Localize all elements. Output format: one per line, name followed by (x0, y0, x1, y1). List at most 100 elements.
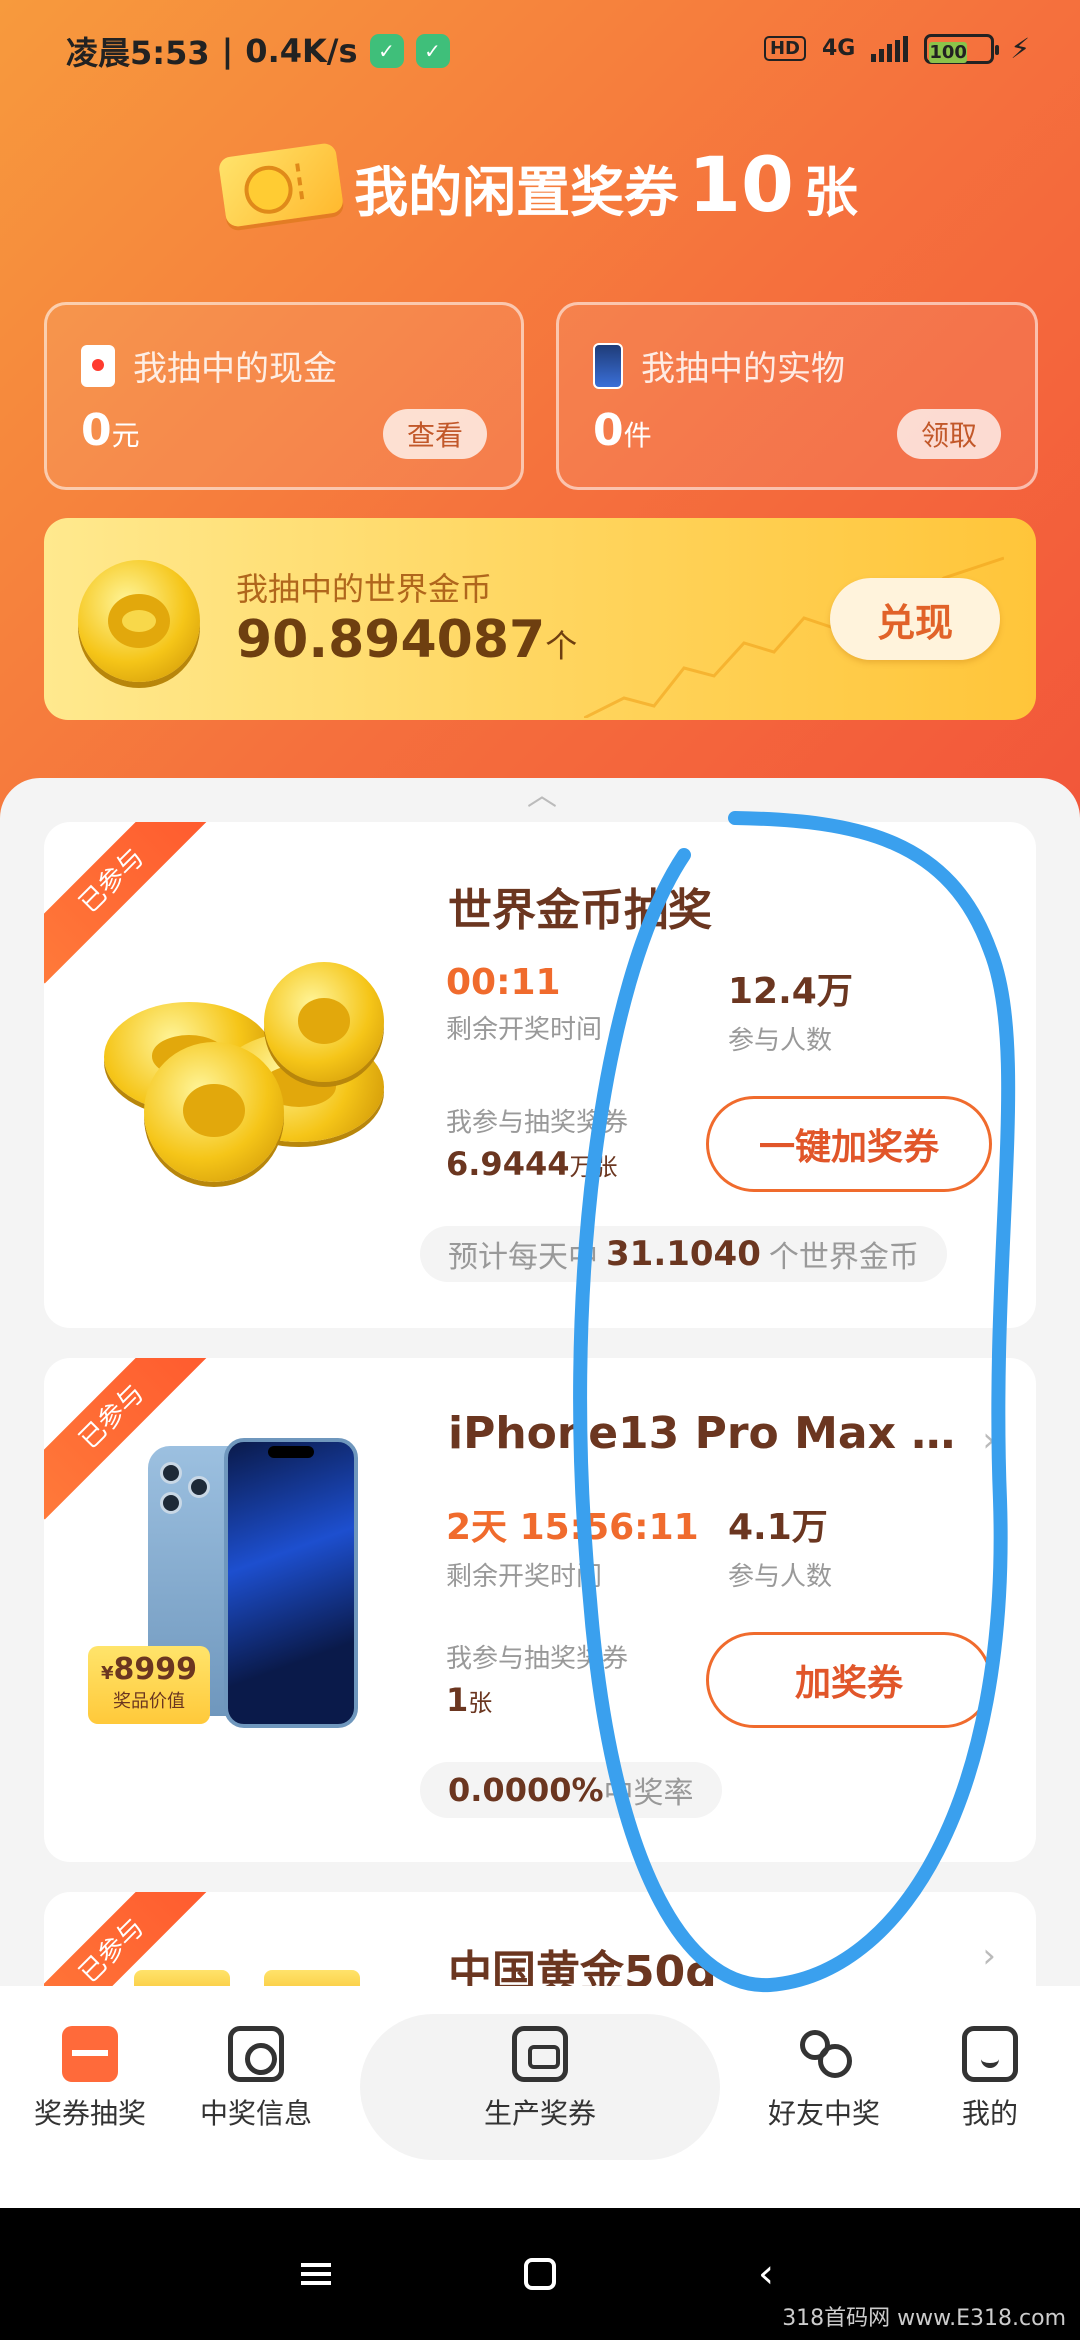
profile-icon (962, 2026, 1018, 2082)
shield-icon: ✓ (369, 34, 404, 68)
time-remaining-value: 00:11 (446, 962, 561, 1003)
my-tickets-label: 我参与抽奖奖券 (446, 1644, 629, 1674)
red-envelope-icon (81, 344, 115, 387)
battery-level: 100 (929, 41, 967, 63)
time-remaining: 2天 15:56:11 剩余开奖时间 (446, 1498, 699, 1593)
tab-ticket-lottery[interactable]: 奖券抽奖 (28, 2026, 152, 2132)
world-coin-label: 我抽中的世界金币 (236, 570, 493, 608)
goods-card-label: 我抽中的实物 (641, 349, 845, 389)
estimate-prefix: 预计每天中 (448, 1240, 598, 1275)
signal-icon (871, 35, 909, 62)
back-icon[interactable]: ‹ (736, 2248, 796, 2300)
participant-count: 12.4万 参与人数 (728, 962, 853, 1057)
menu-icon[interactable] (286, 2248, 346, 2300)
header-title: 我的闲置奖券 10 张 (354, 140, 858, 229)
cash-out-button[interactable]: 兑现 (830, 578, 1000, 660)
tab-label: 中奖信息 (199, 2097, 312, 2130)
my-tickets-amount: 1 (446, 1681, 469, 1719)
header-count: 10 (688, 140, 794, 229)
tab-friends-winning[interactable]: 好友中奖 (762, 2026, 886, 2132)
network-speed: 0.4K/s (245, 32, 358, 70)
header-unit: 张 (803, 161, 858, 224)
my-tickets: 我参与抽奖奖券 6.9444万张 (446, 1102, 628, 1183)
time-remaining-value: 2天 15:56:11 (446, 1507, 699, 1548)
system-nav-bar: ‹ 318首码网 www.E318.com (0, 2208, 1080, 2340)
lottery-card-world-coin[interactable]: 已参与 世界金币抽奖 00:11 剩余开奖时间 12.4万 参与人数 我参与抽奖… (44, 822, 1036, 1328)
prize-value-tag: ¥8999 奖品价值 (88, 1646, 210, 1724)
shield-icon: ✓ (415, 34, 450, 68)
win-rate-label: 中奖率 (603, 1776, 694, 1811)
friends-icon (796, 2026, 852, 2082)
chevron-right-icon[interactable]: › (982, 1420, 996, 1460)
chevron-up-icon[interactable]: ︿ (522, 770, 562, 813)
my-tickets: 我参与抽奖奖券 1张 (446, 1638, 628, 1719)
status-bar: 凌晨5:53 | 0.4K/s ✓ ✓ HD 4G 100 ⚡ (0, 0, 1080, 100)
cash-value: 0 (81, 405, 112, 456)
header-title-text: 我的闲置奖券 (354, 161, 679, 224)
my-tickets-value: 6.9444万张 (446, 1145, 628, 1183)
cash-unit: 元 (111, 419, 140, 452)
tab-label: 我的 (961, 2097, 1018, 2130)
currency-symbol: ¥ (100, 1663, 114, 1684)
time-remaining-label: 剩余开奖时间 (446, 1015, 603, 1045)
add-ticket-button[interactable]: 加奖券 (706, 1632, 992, 1728)
charging-icon: ⚡ (1010, 32, 1030, 65)
robot-icon (512, 2026, 568, 2082)
coin-shape (144, 1042, 284, 1182)
goods-card-value: 0件 (593, 405, 652, 456)
goods-card-title: 我抽中的实物 (593, 341, 845, 390)
status-time: 凌晨5:53 (66, 34, 210, 72)
prize-value: ¥8999 (88, 1652, 210, 1687)
cash-prize-card[interactable]: 我抽中的现金 0元 查看 (44, 302, 524, 490)
watermark: 318首码网 www.E318.com (782, 2306, 1066, 2331)
participant-count: 4.1万 参与人数 (728, 1498, 832, 1593)
prize-price: 8999 (113, 1652, 198, 1687)
tab-label: 奖券抽奖 (33, 2097, 146, 2130)
tab-winning-info[interactable]: 中奖信息 (194, 2026, 318, 2132)
daily-estimate: 预计每天中 31.1040 个世界金币 (420, 1226, 947, 1282)
estimate-suffix: 个世界金币 (768, 1240, 919, 1275)
home-icon[interactable] (510, 2248, 570, 2300)
phone-screen (224, 1438, 358, 1728)
claim-goods-button[interactable]: 领取 (897, 409, 1001, 459)
lottery-card-iphone[interactable]: 已参与 ¥8999 奖品价值 iPhone13 Pro Max 12... › … (44, 1358, 1036, 1862)
camera-lens (160, 1492, 182, 1514)
bottom-tab-bar: 奖券抽奖 中奖信息 生产奖券 好友中奖 我的 (0, 1986, 1080, 2208)
win-rate: 0.0000% 中奖率 (420, 1762, 722, 1818)
participant-count-label: 参与人数 (728, 1562, 833, 1592)
tab-produce-tickets[interactable]: 生产奖券 (478, 2026, 602, 2132)
view-cash-button[interactable]: 查看 (383, 409, 487, 459)
camera-lens (188, 1476, 210, 1498)
status-left: 凌晨5:53 | 0.4K/s ✓ ✓ (66, 28, 450, 74)
time-remaining-label: 剩余开奖时间 (446, 1562, 603, 1592)
hd-icon: HD (763, 36, 806, 61)
status-right: HD 4G 100 ⚡ (763, 32, 1030, 65)
participant-count-value: 4.1万 (728, 1507, 828, 1548)
add-all-tickets-button[interactable]: 一键加奖券 (706, 1096, 992, 1192)
goods-unit: 件 (623, 419, 652, 452)
tab-label: 好友中奖 (767, 2097, 880, 2130)
my-tickets-amount: 6.9444 (446, 1145, 570, 1183)
ticket-icon (217, 141, 345, 228)
time-remaining: 00:11 剩余开奖时间 (446, 962, 602, 1046)
network-type: 4G (821, 36, 856, 61)
my-tickets-label: 我参与抽奖奖券 (446, 1108, 629, 1138)
world-coin-amount: 90.894087 (236, 610, 546, 670)
status-divider: | (221, 32, 234, 70)
tab-me[interactable]: 我的 (928, 2026, 1052, 2132)
cash-card-value: 0元 (81, 405, 140, 456)
lottery-title: iPhone13 Pro Max 12... (448, 1408, 958, 1459)
camera-lens (160, 1462, 182, 1484)
cash-card-label: 我抽中的现金 (133, 349, 337, 389)
camera-icon (228, 2026, 284, 2082)
chevron-right-icon[interactable]: › (982, 1936, 996, 1976)
goods-prize-card[interactable]: 我抽中的实物 0件 领取 (556, 302, 1038, 490)
participant-count-value: 12.4万 (728, 971, 853, 1012)
coin-shape (264, 962, 384, 1082)
my-tickets-value: 1张 (446, 1681, 628, 1719)
goods-value: 0 (593, 405, 624, 456)
cash-card-title: 我抽中的现金 (81, 341, 337, 390)
world-coin-banner: 我抽中的世界金币 90.894087个 兑现 (44, 518, 1036, 720)
world-coin-value: 90.894087个 (236, 610, 577, 670)
participant-count-label: 参与人数 (728, 1026, 833, 1056)
